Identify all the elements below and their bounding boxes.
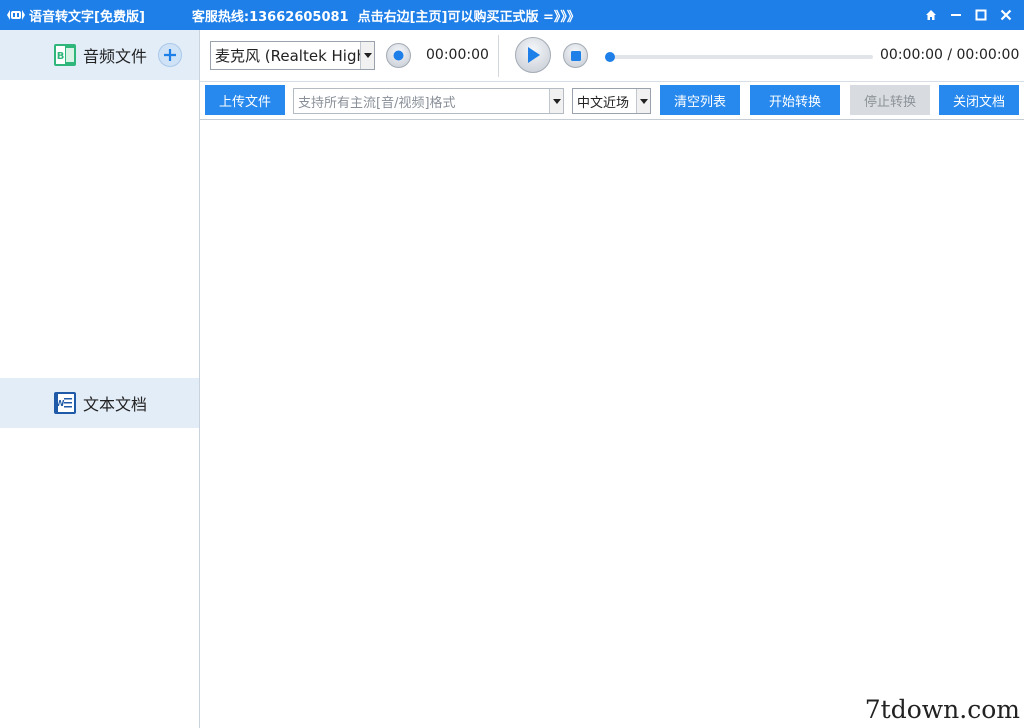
chevron-down-icon bbox=[549, 89, 563, 113]
progress-knob[interactable] bbox=[605, 52, 615, 62]
chevron-down-icon bbox=[360, 42, 374, 69]
record-time: 00:00:00 bbox=[426, 47, 489, 63]
playback-progress-slider[interactable] bbox=[605, 52, 873, 62]
purchase-notice: 点击右边[主页]可以购买正式版 =》》》 bbox=[357, 9, 580, 25]
toolbar: 上传文件 支持所有主流[音/视频]格式 中文近场 清空列表 开始转换 停止转换 … bbox=[200, 82, 1024, 120]
title-bar: 语音转文字[免费版] 客服热线:13662605081 点击右边[主页]可以购买… bbox=[0, 0, 1024, 30]
microphone-select[interactable]: 麦克风 (Realtek High bbox=[210, 41, 375, 70]
close-icon[interactable] bbox=[993, 0, 1018, 30]
record-icon bbox=[393, 50, 404, 61]
play-button[interactable] bbox=[515, 37, 551, 73]
start-convert-button[interactable]: 开始转换 bbox=[750, 85, 840, 115]
playback-time: 00:00:00 / 00:00:00 bbox=[880, 47, 1020, 63]
player-bar: 麦克风 (Realtek High 00:00:00 00:00:00 / 00… bbox=[200, 30, 1024, 82]
format-select-placeholder: 支持所有主流[音/视频]格式 bbox=[298, 95, 456, 111]
add-audio-button[interactable] bbox=[158, 43, 183, 67]
window-controls bbox=[918, 0, 1018, 30]
close-document-button[interactable]: 关闭文档 bbox=[939, 85, 1019, 115]
scene-select[interactable]: 中文近场 bbox=[572, 88, 651, 114]
sidebar-item-audio-files[interactable]: B 音频文件 bbox=[0, 30, 199, 80]
maximize-icon[interactable] bbox=[968, 0, 993, 30]
word-document-icon: W bbox=[53, 391, 77, 415]
upload-file-button[interactable]: 上传文件 bbox=[205, 85, 285, 115]
minimize-icon[interactable] bbox=[943, 0, 968, 30]
sidebar: B 音频文件 W 文本文档 bbox=[0, 30, 200, 728]
stop-convert-button[interactable]: 停止转换 bbox=[850, 85, 930, 115]
svg-text:B: B bbox=[57, 51, 65, 62]
clear-list-button[interactable]: 清空列表 bbox=[660, 85, 740, 115]
stop-icon bbox=[570, 50, 581, 61]
sidebar-item-audio-label: 音频文件 bbox=[83, 47, 148, 66]
document-content-area[interactable] bbox=[200, 120, 1024, 728]
divider bbox=[498, 35, 499, 77]
watermark: 7tdown.com bbox=[864, 695, 1020, 724]
audio-file-icon: B bbox=[53, 43, 77, 67]
sidebar-item-text-label: 文本文档 bbox=[83, 395, 148, 414]
home-icon[interactable] bbox=[918, 0, 943, 30]
record-button[interactable] bbox=[386, 43, 411, 68]
format-select[interactable]: 支持所有主流[音/视频]格式 bbox=[293, 88, 564, 114]
svg-text:W: W bbox=[56, 399, 65, 408]
sidebar-item-text-documents[interactable]: W 文本文档 bbox=[0, 378, 199, 428]
app-title: 语音转文字[免费版] bbox=[29, 9, 145, 25]
microphone-select-value: 麦克风 (Realtek High bbox=[215, 47, 366, 65]
hotline-text: 客服热线:13662605081 bbox=[191, 9, 349, 25]
play-icon bbox=[528, 47, 540, 63]
stop-button[interactable] bbox=[563, 43, 588, 68]
app-logo-icon bbox=[5, 7, 27, 23]
plus-icon bbox=[164, 49, 177, 61]
chevron-down-icon bbox=[636, 89, 650, 113]
scene-select-value: 中文近场 bbox=[577, 95, 630, 111]
